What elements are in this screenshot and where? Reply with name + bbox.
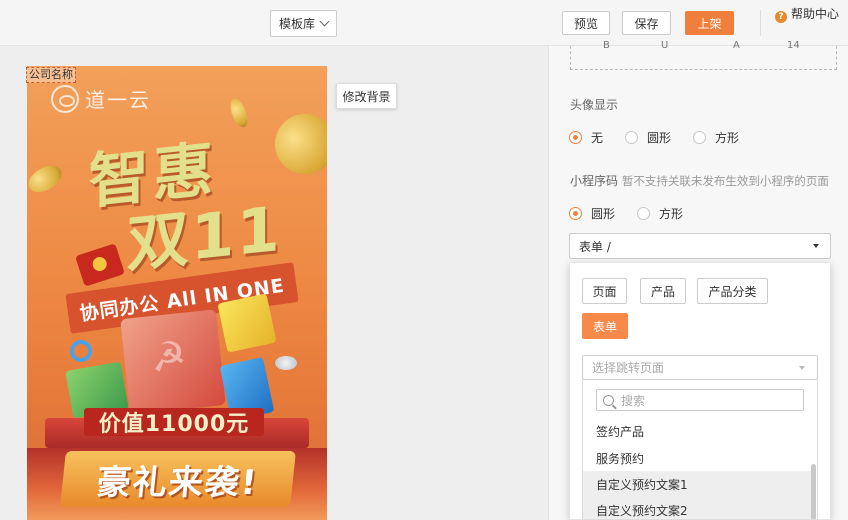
avatar-option-circle[interactable]: 圆形 — [625, 129, 671, 146]
radio-checked-icon — [569, 207, 582, 220]
avatar-option-label: 无 — [591, 131, 604, 145]
poster-value-box: 价值11000元 — [84, 408, 264, 437]
coin-icon — [275, 356, 297, 370]
radio-unchecked-icon — [625, 131, 639, 144]
save-button[interactable]: 保存 — [622, 11, 671, 35]
font-size-option[interactable]: 14 — [787, 40, 800, 51]
link-type-product-category[interactable]: 产品分类 — [697, 278, 768, 304]
avatar-option-none[interactable]: 无 — [569, 129, 603, 146]
coin-icon — [227, 96, 251, 130]
font-style-toolbar: B U A 14 — [570, 40, 837, 70]
poster-gift-banner: 豪礼来袭! — [60, 451, 296, 507]
poster-preview[interactable]: 道一云 智惠 双11 协同办公 All IN ONE 价值11000元 豪礼来袭… — [27, 66, 327, 520]
red-cube-icon — [120, 309, 226, 415]
top-toolbar: 模板库 预览 保存 上架 ? 帮助中心 — [0, 0, 848, 46]
poster-logo: 道一云 — [51, 84, 151, 113]
publish-button[interactable]: 上架 — [685, 11, 734, 35]
link-type-form[interactable]: 表单 — [582, 313, 628, 339]
list-scrollbar[interactable] — [811, 464, 816, 519]
preview-button[interactable]: 预览 — [562, 11, 610, 35]
help-center-label: 帮助中心 — [791, 7, 840, 21]
search-icon — [603, 394, 614, 406]
code-shape-label: 方形 — [659, 207, 684, 221]
avatar-option-label: 圆形 — [647, 131, 672, 145]
link-target-value: 表单 / — [579, 239, 611, 254]
company-name-tag[interactable]: 公司名称 — [26, 67, 76, 83]
search-field[interactable]: 搜索 — [596, 389, 804, 411]
poster-title-line2: 双11 — [126, 192, 282, 281]
list-item[interactable]: 签约产品 — [583, 418, 813, 444]
help-center-link[interactable]: ? 帮助中心 — [775, 6, 841, 23]
link-type-product[interactable]: 产品 — [640, 278, 686, 304]
jump-page-select[interactable]: 选择跳转页面 — [582, 355, 818, 380]
list-item[interactable]: 自定义预约文案2 — [583, 497, 813, 519]
toolbar-divider — [760, 10, 761, 36]
font-color-option[interactable]: A — [733, 40, 740, 51]
coin-icon — [266, 105, 327, 183]
change-background-button[interactable]: 修改背景 — [336, 83, 397, 109]
search-placeholder: 搜索 — [621, 393, 646, 408]
question-icon: ? — [775, 11, 787, 23]
link-type-page[interactable]: 页面 — [582, 278, 627, 304]
code-shape-square[interactable]: 方形 — [637, 205, 683, 222]
avatar-display-options: 无 圆形 方形 — [569, 129, 761, 146]
template-library-label: 模板库 — [278, 17, 315, 31]
yellow-cube-icon — [217, 293, 277, 353]
jump-page-options: 搜索 签约产品 服务预约 自定义预约文案1 自定义预约文案2 — [582, 380, 818, 520]
mini-program-code-heading: 小程序码 暂不支持关联未发布生效到小程序的页面 — [570, 172, 829, 189]
link-target-select[interactable]: 表单 / — [569, 233, 831, 259]
list-item[interactable]: 自定义预约文案1 — [583, 471, 813, 497]
underline-option[interactable]: U — [661, 40, 668, 51]
avatar-display-label: 头像显示 — [570, 98, 619, 112]
chevron-down-icon — [319, 16, 330, 27]
mini-program-code-hint: 暂不支持关联未发布生效到小程序的页面 — [621, 174, 829, 188]
mini-program-code-label: 小程序码 — [570, 174, 619, 188]
avatar-option-label: 方形 — [715, 131, 740, 145]
jump-page-placeholder: 选择跳转页面 — [592, 361, 665, 375]
bold-option[interactable]: B — [603, 40, 610, 51]
ring-icon — [70, 340, 92, 362]
coin-icon — [27, 160, 67, 198]
caret-down-icon — [799, 366, 805, 370]
code-shape-circle[interactable]: 圆形 — [569, 205, 615, 222]
mini-program-shape-options: 圆形 方形 — [569, 205, 705, 222]
code-shape-label: 圆形 — [591, 207, 616, 221]
avatar-option-square[interactable]: 方形 — [693, 129, 739, 146]
logo-icon — [51, 84, 79, 113]
red-envelope-icon — [75, 243, 125, 287]
radio-unchecked-icon — [637, 207, 651, 220]
radio-checked-icon — [569, 131, 582, 144]
poster-value-text: 价值11000元 — [98, 412, 250, 437]
template-library-dropdown[interactable]: 模板库 — [270, 10, 337, 37]
radio-unchecked-icon — [693, 131, 707, 144]
caret-down-icon — [813, 244, 819, 248]
poster-gift-text: 豪礼来袭! — [94, 462, 261, 503]
list-item[interactable]: 服务预约 — [583, 445, 813, 471]
logo-text: 道一云 — [85, 88, 151, 112]
